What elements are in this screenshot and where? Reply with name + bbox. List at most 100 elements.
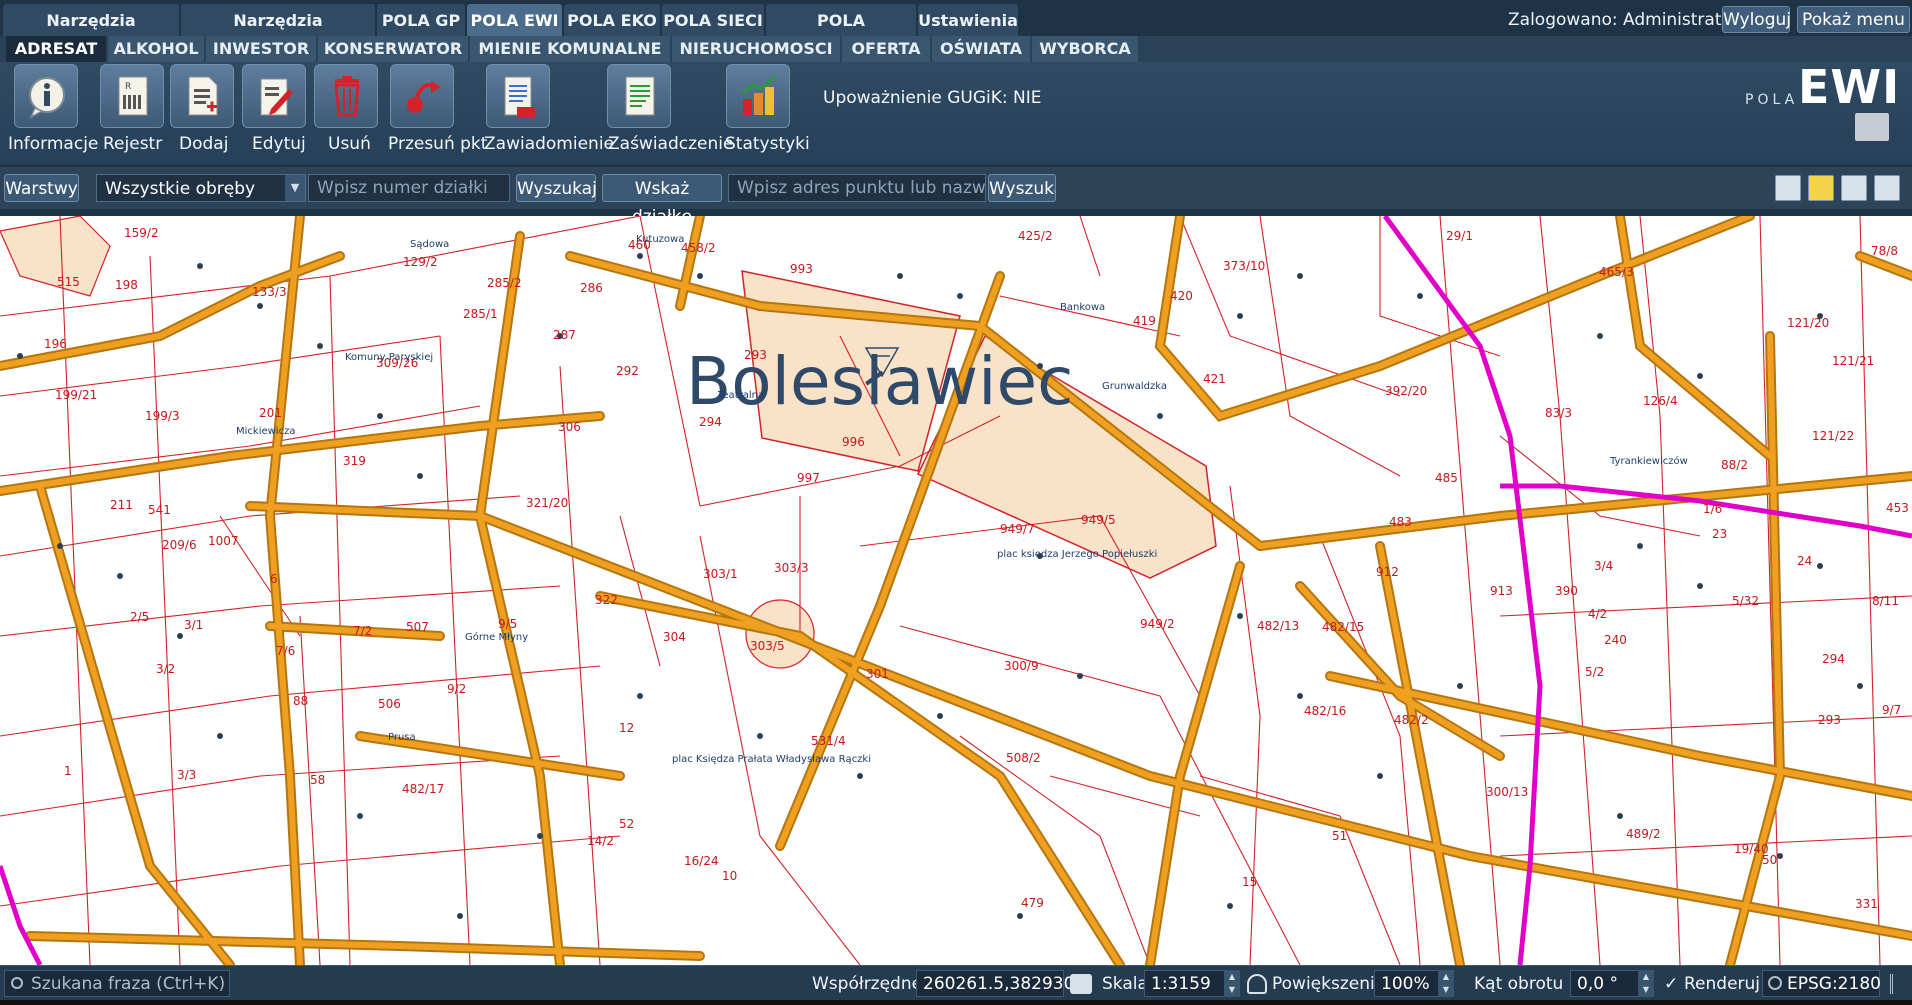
parcel-label: 425/2 [1018, 229, 1053, 243]
tool-label-dodaj: Dodaj [179, 134, 229, 154]
parcel-label: 541 [148, 503, 171, 517]
obreby-select[interactable]: Wszystkie obręby ▼ [96, 174, 306, 202]
address-search-button[interactable]: Wyszuka [988, 174, 1056, 202]
parcel-label: 485 [1435, 471, 1458, 485]
parcel-label: 949/5 [1081, 513, 1116, 527]
tab-pola-eko[interactable]: POLA EKO [564, 4, 660, 37]
subtab-nieruchomosci[interactable]: NIERUCHOMOSCI [672, 36, 840, 62]
scale-spinner[interactable]: ▲ ▼ [1224, 970, 1240, 997]
parcel-label: 531/4 [811, 734, 846, 748]
show-parcel-button[interactable]: Wskaż działkę [602, 174, 722, 227]
parcel-label: 88 [293, 694, 309, 708]
map-window-icon[interactable] [1841, 175, 1867, 201]
parcel-label: 199/3 [145, 409, 180, 423]
subtab-konserwator[interactable]: KONSERWATOR [318, 36, 468, 62]
roads [0, 216, 1912, 965]
parcel-label: 392/20 [1385, 384, 1428, 398]
pointer-icon[interactable] [1070, 974, 1092, 994]
obreby-select-value: Wszystkie obręby [105, 179, 256, 199]
map-image-icon[interactable] [1874, 175, 1900, 201]
subtab-inwestor[interactable]: INWESTOR [206, 36, 316, 62]
statystyki-button[interactable]: Statystyki [724, 62, 810, 164]
subtab-oferta[interactable]: OFERTA [842, 36, 930, 62]
tab-narzedzia-zaawansowane[interactable]: Narzędzia zaawansowane [181, 4, 375, 63]
zaswiadczenie-button[interactable]: Zaświadczenie [606, 62, 733, 164]
parcel-label: 294 [699, 415, 722, 429]
parcel-label: 88/2 [1721, 458, 1748, 472]
parcel-label: 949/2 [1140, 617, 1175, 631]
subtab-wyborca[interactable]: WYBORCA [1032, 36, 1138, 62]
address-search-input[interactable] [728, 174, 986, 202]
parcel-label: 322 [595, 593, 618, 607]
zawiadomienie-button[interactable]: Zawiadomienie [484, 62, 614, 164]
parcel-label: 483 [1389, 515, 1412, 529]
phrase-search-input[interactable]: Szukana fraza (Ctrl+K) [4, 970, 230, 997]
rotation-spinner[interactable]: ▲ ▼ [1638, 970, 1654, 997]
usun-button[interactable]: Usuń [312, 62, 378, 164]
status-bar: Szukana fraza (Ctrl+K) Współrzędne 26026… [0, 965, 1912, 1000]
parcel-label: 300/13 [1486, 785, 1529, 799]
parcel-label: 10 [722, 869, 738, 883]
map-canvas[interactable]: Bolesławiec plac księdza Jerzego Popiełu… [0, 216, 1912, 965]
parcel-label: 5/2 [1585, 665, 1605, 679]
tool-label-zaswiadczenie: Zaświadczenie [608, 134, 734, 154]
parcel-label: 331 [1855, 897, 1878, 911]
register-icon: R [100, 64, 164, 128]
parcel-label: 287 [553, 328, 576, 342]
parcel-label: 465/3 [1599, 265, 1634, 279]
tool-label-informacje: Informacje [8, 134, 99, 154]
tab-pola-gp[interactable]: POLA GP [377, 4, 465, 37]
parcel-label: 4/2 [1588, 607, 1608, 621]
parcel-label: 58 [310, 773, 326, 787]
subtab-oswiata[interactable]: OŚWIATA [932, 36, 1030, 62]
parcel-label: 390 [1555, 584, 1578, 598]
logout-button[interactable]: Wyloguj [1722, 6, 1791, 33]
informacje-button[interactable]: Informacje [8, 62, 98, 164]
parcel-label: 8/11 [1872, 594, 1899, 608]
resize-grip-icon[interactable] [1890, 974, 1906, 994]
tab-narzedzia-podstawowe[interactable]: Narzędzia podstawowe [3, 4, 179, 63]
parcel-number-input[interactable] [308, 174, 510, 202]
tab-pola-ewi[interactable]: POLA EWI [467, 4, 562, 37]
parcel-label: 515 [57, 275, 80, 289]
edytuj-button[interactable]: Edytuj [240, 62, 308, 164]
parcel-label: 29/1 [1446, 229, 1473, 243]
street-label: Komuny Paryskiej [345, 352, 434, 363]
subtab-adresat[interactable]: ADRESAT [6, 36, 106, 62]
layers-button[interactable]: Warstwy [4, 174, 79, 202]
parcel-label: 292 [616, 364, 639, 378]
tool-label-zawiadomienie: Zawiadomienie [484, 134, 614, 154]
dodaj-button[interactable]: Dodaj [168, 62, 236, 164]
tab-ustawienia[interactable]: Ustawienia [918, 4, 1018, 37]
subtab-alkohol[interactable]: ALKOHOL [108, 36, 204, 62]
street-label: Mickiewicza [236, 426, 296, 437]
parcel-label: 133/3 [252, 285, 287, 299]
parcel-label: 419 [1133, 314, 1156, 328]
render-checkbox-icon[interactable]: ✓ [1664, 974, 1678, 994]
map-settings-icon[interactable] [1775, 175, 1801, 201]
lock-icon[interactable] [1247, 974, 1267, 994]
chevron-down-icon: ▼ [285, 175, 305, 201]
parcel-label: 482/16 [1304, 704, 1347, 718]
przesun-pkt-button[interactable]: Przesuń pkt [384, 62, 487, 164]
zoom-spinner[interactable]: ▲ ▼ [1438, 970, 1454, 997]
subtab-mienie-komunalne[interactable]: MIENIE KOMUNALNE [470, 36, 670, 62]
module-tab-bar: Narzędzia podstawowe Narzędzia zaawansow… [0, 0, 1912, 63]
parcel-label: 489/2 [1626, 827, 1661, 841]
show-menu-button[interactable]: Pokaż menu [1797, 6, 1910, 33]
parcel-label: 453 [1886, 501, 1909, 515]
parcel-label: 482/13 [1257, 619, 1300, 633]
search-parcel-button[interactable]: Wyszukaj [516, 174, 597, 202]
tab-pola-sieci[interactable]: POLA SIECI [662, 4, 764, 37]
parcel-label: 304 [663, 630, 686, 644]
tool-label-przesun-pkt: Przesuń pkt [388, 134, 488, 154]
tab-pola-integracje[interactable]: POLA INTEGRACJE [766, 4, 916, 63]
rejestr-button[interactable]: R Rejestr [98, 62, 164, 164]
gugik-authorization-status: Upoważnienie GUGiK: NIE [823, 88, 1042, 108]
logo-ewi-text: EWI [1798, 60, 1901, 114]
folder-icon[interactable] [1855, 113, 1889, 141]
certificate-document-icon [607, 64, 671, 128]
layers-stack-icon[interactable] [1808, 175, 1834, 201]
scale-label: Skala [1102, 974, 1148, 994]
parcel-label: 993 [790, 262, 813, 276]
